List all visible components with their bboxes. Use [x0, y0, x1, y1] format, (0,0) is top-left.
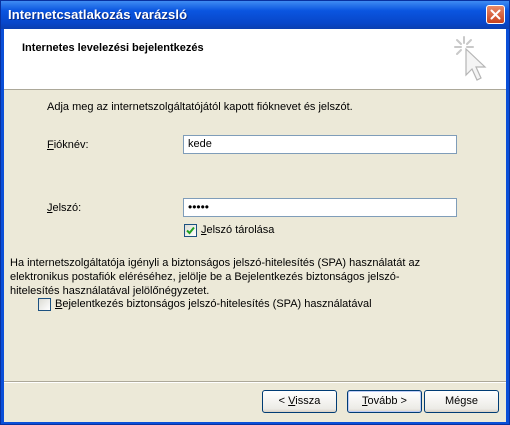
wizard-window: Internetcsatlakozás varázsló Internetes …: [0, 0, 510, 425]
intro-text: Adja meg az internetszolgáltatójától kap…: [47, 101, 353, 113]
password-label: Jelszó:: [47, 202, 82, 214]
cancel-button[interactable]: Mégse: [424, 390, 499, 413]
wizard-header: Internetes levelezési bejelentkezés: [4, 29, 506, 90]
wizard-cursor-icon: [454, 36, 487, 81]
password-input[interactable]: •••••: [183, 198, 457, 217]
wizard-body: Internetes levelezési bejelentkezés Adja…: [4, 29, 506, 422]
close-icon: [490, 9, 501, 20]
next-button[interactable]: Tovább >: [347, 390, 422, 413]
back-button[interactable]: < Vissza: [262, 390, 337, 413]
title-bar[interactable]: Internetcsatlakozás varázsló: [1, 1, 509, 29]
close-button[interactable]: [486, 5, 505, 24]
account-label: Fióknév:: [47, 139, 89, 151]
footer-divider: [4, 381, 506, 383]
spa-checkbox-label[interactable]: Bejelentkezés biztonságos jelszó-hiteles…: [55, 298, 372, 310]
checkmark-icon: [186, 226, 195, 235]
page-heading: Internetes levelezési bejelentkezés: [22, 42, 204, 54]
spa-info-text: Ha internetszolgáltatója igényli a bizto…: [10, 257, 421, 297]
account-name-input[interactable]: kede: [183, 135, 457, 154]
remember-password-checkbox[interactable]: [184, 224, 197, 237]
window-title: Internetcsatlakozás varázsló: [8, 7, 188, 22]
spa-checkbox[interactable]: [38, 298, 51, 311]
remember-password-label[interactable]: Jelszó tárolása: [201, 224, 274, 236]
